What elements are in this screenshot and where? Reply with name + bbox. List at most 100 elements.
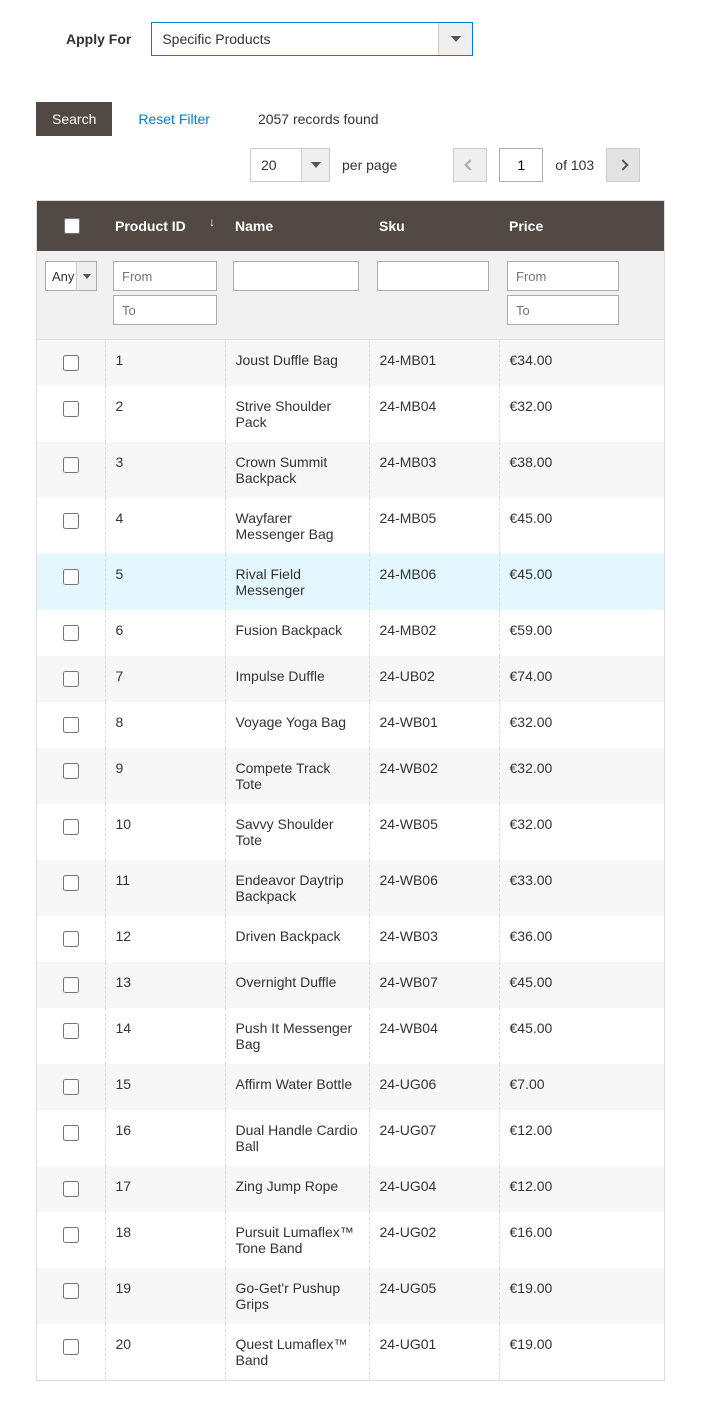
table-row[interactable]: 11Endeavor Daytrip Backpack24-WB06€33.00 bbox=[37, 860, 665, 916]
row-checkbox[interactable] bbox=[63, 717, 79, 733]
cell-sku: 24-WB06 bbox=[369, 860, 499, 916]
table-row[interactable]: 8Voyage Yoga Bag24-WB01€32.00 bbox=[37, 702, 665, 748]
chevron-down-icon bbox=[301, 149, 329, 181]
cell-product-id: 14 bbox=[105, 1008, 225, 1064]
col-sku[interactable]: Sku bbox=[369, 201, 499, 252]
cell-sku: 24-UG06 bbox=[369, 1064, 499, 1110]
filter-price-to-input[interactable] bbox=[507, 295, 619, 325]
products-table: Product ID↓ Name Sku Price Any bbox=[36, 200, 665, 1381]
cell-product-id: 13 bbox=[105, 962, 225, 1008]
table-row[interactable]: 16Dual Handle Cardio Ball24-UG07€12.00 bbox=[37, 1110, 665, 1166]
cell-name: Impulse Duffle bbox=[225, 656, 369, 702]
row-checkbox[interactable] bbox=[63, 513, 79, 529]
apply-for-value: Specific Products bbox=[152, 23, 438, 55]
table-row[interactable]: 4Wayfarer Messenger Bag24-MB05€45.00 bbox=[37, 498, 665, 554]
row-checkbox[interactable] bbox=[63, 355, 79, 371]
select-all-checkbox[interactable] bbox=[64, 218, 80, 234]
table-row[interactable]: 1Joust Duffle Bag24-MB01€34.00 bbox=[37, 340, 665, 387]
cell-name: Wayfarer Messenger Bag bbox=[225, 498, 369, 554]
cell-sku: 24-UB02 bbox=[369, 656, 499, 702]
cell-price: €45.00 bbox=[499, 554, 665, 610]
search-button[interactable]: Search bbox=[36, 102, 112, 136]
table-row[interactable]: 6Fusion Backpack24-MB02€59.00 bbox=[37, 610, 665, 656]
row-checkbox[interactable] bbox=[63, 875, 79, 891]
row-checkbox[interactable] bbox=[63, 1125, 79, 1141]
table-row[interactable]: 20Quest Lumaflex™ Band24-UG01€19.00 bbox=[37, 1324, 665, 1381]
col-price[interactable]: Price bbox=[499, 201, 665, 252]
cell-name: Driven Backpack bbox=[225, 916, 369, 962]
row-checkbox[interactable] bbox=[63, 931, 79, 947]
filter-id-to-input[interactable] bbox=[113, 295, 217, 325]
table-row[interactable]: 12Driven Backpack24-WB03€36.00 bbox=[37, 916, 665, 962]
table-row[interactable]: 7Impulse Duffle24-UB02€74.00 bbox=[37, 656, 665, 702]
cell-name: Quest Lumaflex™ Band bbox=[225, 1324, 369, 1381]
table-row[interactable]: 18Pursuit Lumaflex™ Tone Band24-UG02€16.… bbox=[37, 1212, 665, 1268]
cell-sku: 24-WB05 bbox=[369, 804, 499, 860]
cell-name: Pursuit Lumaflex™ Tone Band bbox=[225, 1212, 369, 1268]
prev-page-button[interactable] bbox=[453, 148, 487, 182]
table-row[interactable]: 3Crown Summit Backpack24-MB03€38.00 bbox=[37, 442, 665, 498]
filter-any-select[interactable]: Any bbox=[45, 261, 97, 291]
cell-price: €12.00 bbox=[499, 1166, 665, 1212]
cell-sku: 24-UG05 bbox=[369, 1268, 499, 1324]
table-row[interactable]: 10Savvy Shoulder Tote24-WB05€32.00 bbox=[37, 804, 665, 860]
row-checkbox[interactable] bbox=[63, 819, 79, 835]
cell-product-id: 16 bbox=[105, 1110, 225, 1166]
cell-sku: 24-UG04 bbox=[369, 1166, 499, 1212]
table-row[interactable]: 2Strive Shoulder Pack24-MB04€32.00 bbox=[37, 386, 665, 442]
apply-for-label: Apply For bbox=[66, 31, 131, 47]
row-checkbox[interactable] bbox=[63, 457, 79, 473]
per-page-select[interactable]: 20 bbox=[250, 148, 330, 182]
cell-product-id: 3 bbox=[105, 442, 225, 498]
cell-price: €59.00 bbox=[499, 610, 665, 656]
cell-name: Joust Duffle Bag bbox=[225, 340, 369, 387]
apply-for-select[interactable]: Specific Products bbox=[151, 22, 473, 56]
per-page-value: 20 bbox=[251, 149, 301, 181]
cell-sku: 24-MB02 bbox=[369, 610, 499, 656]
row-checkbox[interactable] bbox=[63, 625, 79, 641]
table-row[interactable]: 15Affirm Water Bottle24-UG06€7.00 bbox=[37, 1064, 665, 1110]
cell-product-id: 1 bbox=[105, 340, 225, 387]
row-checkbox[interactable] bbox=[63, 569, 79, 585]
filter-sku-input[interactable] bbox=[377, 261, 489, 291]
col-product-id[interactable]: Product ID↓ bbox=[105, 201, 225, 252]
row-checkbox[interactable] bbox=[63, 1227, 79, 1243]
table-row[interactable]: 19Go-Get'r Pushup Grips24-UG05€19.00 bbox=[37, 1268, 665, 1324]
cell-name: Dual Handle Cardio Ball bbox=[225, 1110, 369, 1166]
row-checkbox[interactable] bbox=[63, 1079, 79, 1095]
cell-price: €34.00 bbox=[499, 340, 665, 387]
table-row[interactable]: 5Rival Field Messenger24-MB06€45.00 bbox=[37, 554, 665, 610]
records-found-text: 2057 records found bbox=[258, 111, 379, 127]
filter-any-value: Any bbox=[46, 262, 76, 290]
cell-sku: 24-WB02 bbox=[369, 748, 499, 804]
cell-price: €7.00 bbox=[499, 1064, 665, 1110]
row-checkbox[interactable] bbox=[63, 977, 79, 993]
col-name[interactable]: Name bbox=[225, 201, 369, 252]
filter-price-from-input[interactable] bbox=[507, 261, 619, 291]
cell-price: €45.00 bbox=[499, 498, 665, 554]
table-row[interactable]: 13Overnight Duffle24-WB07€45.00 bbox=[37, 962, 665, 1008]
table-row[interactable]: 9Compete Track Tote24-WB02€32.00 bbox=[37, 748, 665, 804]
cell-product-id: 17 bbox=[105, 1166, 225, 1212]
cell-price: €12.00 bbox=[499, 1110, 665, 1166]
row-checkbox[interactable] bbox=[63, 1023, 79, 1039]
row-checkbox[interactable] bbox=[63, 763, 79, 779]
row-checkbox[interactable] bbox=[63, 1181, 79, 1197]
table-row[interactable]: 17Zing Jump Rope24-UG04€12.00 bbox=[37, 1166, 665, 1212]
reset-filter-button[interactable]: Reset Filter bbox=[132, 110, 216, 128]
filter-id-from-input[interactable] bbox=[113, 261, 217, 291]
cell-product-id: 2 bbox=[105, 386, 225, 442]
cell-price: €32.00 bbox=[499, 386, 665, 442]
row-checkbox[interactable] bbox=[63, 401, 79, 417]
row-checkbox[interactable] bbox=[63, 671, 79, 687]
row-checkbox[interactable] bbox=[63, 1339, 79, 1355]
page-number-input[interactable] bbox=[499, 148, 543, 182]
cell-product-id: 10 bbox=[105, 804, 225, 860]
cell-price: €32.00 bbox=[499, 748, 665, 804]
next-page-button[interactable] bbox=[606, 148, 640, 182]
row-checkbox[interactable] bbox=[63, 1283, 79, 1299]
table-row[interactable]: 14Push It Messenger Bag24-WB04€45.00 bbox=[37, 1008, 665, 1064]
filter-name-input[interactable] bbox=[233, 261, 359, 291]
cell-sku: 24-MB03 bbox=[369, 442, 499, 498]
cell-sku: 24-MB04 bbox=[369, 386, 499, 442]
